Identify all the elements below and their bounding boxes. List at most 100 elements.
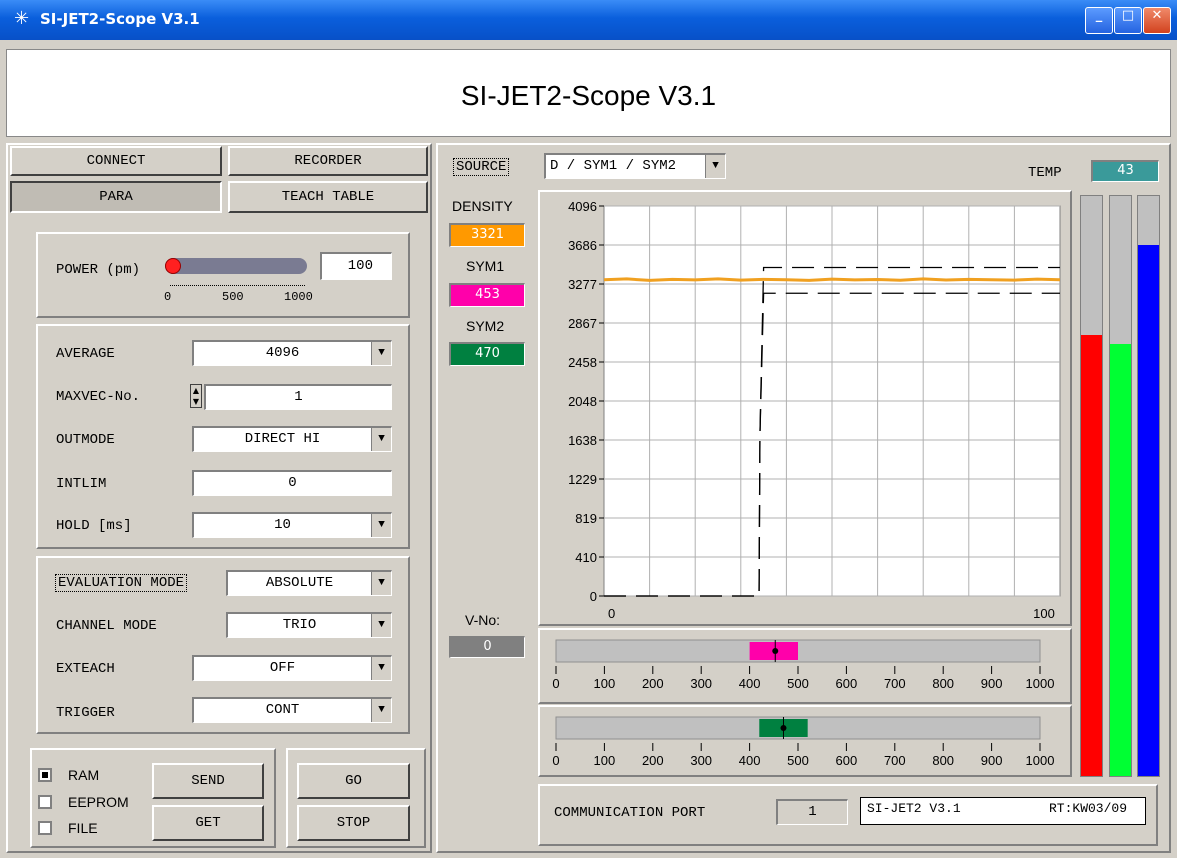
file-label: FILE — [68, 820, 98, 836]
exteach-dropdown[interactable]: OFF ▼ — [192, 655, 392, 681]
chevron-down-icon[interactable]: ▼ — [371, 342, 391, 365]
average-dropdown[interactable]: 4096 ▼ — [192, 340, 392, 366]
maximize-button[interactable]: □ — [1114, 7, 1142, 34]
sym2-scale-tick-label: 900 — [981, 753, 1003, 768]
app-icon: ✳ — [14, 8, 30, 29]
sym1-scale-tick-label: 500 — [787, 676, 809, 691]
power-slider-ticks — [170, 280, 305, 286]
sym2-value: 470 — [449, 342, 525, 366]
tab-teach-table[interactable]: TEACH TABLE — [228, 181, 428, 213]
ram-checkbox[interactable] — [38, 768, 52, 782]
sym1-scale-tick-label: 600 — [836, 676, 858, 691]
power-value-field[interactable]: 100 — [320, 252, 392, 280]
tab-para[interactable]: PARA — [10, 181, 222, 213]
y-tick-label: 1229 — [568, 472, 597, 487]
y-tick-label: 2048 — [568, 394, 597, 409]
sym1-scale-tick-label: 1000 — [1026, 676, 1055, 691]
hold-label: HOLD [ms] — [56, 518, 132, 534]
sym1-scale-tick-label: 0 — [552, 676, 559, 691]
header-banner: SI-JET2-Scope V3.1 — [6, 49, 1171, 137]
stop-button[interactable]: STOP — [297, 805, 410, 841]
maxvec-field[interactable]: 1 — [204, 384, 392, 410]
comm-port-value: 1 — [776, 799, 848, 825]
tab-recorder[interactable]: RECORDER — [228, 146, 428, 176]
device-info-field: SI-JET2 V3.1 RT:KW03/09 — [860, 797, 1146, 825]
device-rt: RT:KW03/09 — [1048, 801, 1127, 816]
sym1-label: SYM1 — [466, 258, 505, 274]
source-value: D / SYM1 / SYM2 — [550, 158, 677, 174]
sym2-scale-tick-label: 200 — [642, 753, 664, 768]
average-label: AVERAGE — [56, 346, 115, 362]
comm-port-label: COMMUNICATION PORT — [554, 805, 706, 821]
density-value: 3321 — [449, 223, 525, 247]
vno-label: V-No: — [465, 612, 501, 628]
go-button[interactable]: GO — [297, 763, 410, 799]
sym2-scale-tick-label: 500 — [787, 753, 809, 768]
y-tick-label: 0 — [590, 589, 597, 604]
chevron-down-icon[interactable]: ▼ — [371, 514, 391, 537]
y-tick-label: 4096 — [568, 199, 597, 214]
close-button[interactable]: ✕ — [1143, 7, 1171, 34]
minimize-button[interactable]: _ — [1085, 7, 1113, 34]
sym2-scale-tick-label: 0 — [552, 753, 559, 768]
file-checkbox[interactable] — [38, 821, 52, 835]
y-tick-label: 3686 — [568, 238, 597, 253]
sym2-label: SYM2 — [466, 318, 505, 334]
sym1-scale-tick-label: 100 — [594, 676, 616, 691]
trigger-dropdown[interactable]: CONT ▼ — [192, 697, 392, 723]
intlim-field[interactable]: 0 — [192, 470, 392, 496]
outmode-dropdown[interactable]: DIRECT HI ▼ — [192, 426, 392, 452]
chevron-down-icon[interactable]: ▼ — [705, 155, 725, 178]
header-title: SI-JET2-Scope V3.1 — [460, 80, 717, 111]
red-bar — [1080, 195, 1103, 777]
sym2-scale-tick-label: 1000 — [1026, 753, 1055, 768]
sym1-scale-tick-label: 800 — [932, 676, 954, 691]
outmode-value: DIRECT HI — [244, 431, 321, 447]
sym1-scale-tick-label: 400 — [739, 676, 761, 691]
sym2-scale-tick-label: 300 — [690, 753, 712, 768]
sym2-scale-tick-label: 600 — [836, 753, 858, 768]
blue-bar-fill — [1138, 245, 1159, 776]
sym1-scale-tick-label: 300 — [690, 676, 712, 691]
eeprom-label: EEPROM — [68, 794, 129, 810]
chevron-down-icon[interactable]: ▼ — [371, 572, 391, 595]
evaluation-mode-dropdown[interactable]: ABSOLUTE ▼ — [226, 570, 392, 596]
chevron-down-icon[interactable]: ▼ — [371, 699, 391, 722]
power-slider[interactable] — [165, 258, 307, 274]
source-dropdown[interactable]: D / SYM1 / SYM2 ▼ — [544, 153, 726, 179]
chevron-down-icon[interactable]: ▼ — [371, 428, 391, 451]
get-button[interactable]: GET — [152, 805, 264, 841]
trigger-value: CONT — [265, 702, 300, 718]
power-tick-500: 500 — [222, 290, 244, 304]
power-label: POWER (pm) — [56, 262, 141, 278]
sym1-value: 453 — [449, 283, 525, 307]
power-tick-1000: 1000 — [284, 290, 313, 304]
chevron-down-icon[interactable]: ▼ — [371, 614, 391, 637]
sym1-scale-tick-label: 900 — [981, 676, 1003, 691]
density-chart: 4096 3686 3277 2867 2458 2048 1638 1229 819 410 00… — [568, 199, 1061, 621]
sym2-scale-marker — [780, 725, 787, 731]
temp-label: TEMP — [1028, 165, 1062, 181]
evaluation-mode-value: ABSOLUTE — [265, 575, 334, 591]
sym2-scale-tick-label: 100 — [594, 753, 616, 768]
sym1-scale-marker — [772, 648, 779, 654]
power-slider-thumb[interactable] — [165, 258, 181, 274]
maxvec-spinner[interactable]: ▲ ▼ — [190, 384, 202, 408]
title-bar: ✳ SI-JET2-Scope V3.1 _ □ ✕ — [0, 0, 1177, 40]
sym2-scale-tick-label: 800 — [932, 753, 954, 768]
chevron-down-icon[interactable]: ▼ — [371, 657, 391, 680]
x-tick-label: 0 — [608, 606, 615, 621]
channel-mode-value: TRIO — [282, 617, 317, 633]
send-button[interactable]: SEND — [152, 763, 264, 799]
power-tick-0: 0 — [164, 290, 172, 304]
tab-connect[interactable]: CONNECT — [10, 146, 222, 176]
temp-value: 43 — [1091, 160, 1159, 182]
eeprom-checkbox[interactable] — [38, 795, 52, 809]
hold-dropdown[interactable]: 10 ▼ — [192, 512, 392, 538]
channel-mode-dropdown[interactable]: TRIO ▼ — [226, 612, 392, 638]
series-line-0 — [603, 277, 1061, 282]
x-tick-label: 100 — [1033, 606, 1055, 621]
density-label: DENSITY — [452, 198, 513, 214]
device-version: SI-JET2 V3.1 — [867, 801, 961, 816]
exteach-value: OFF — [269, 660, 296, 676]
